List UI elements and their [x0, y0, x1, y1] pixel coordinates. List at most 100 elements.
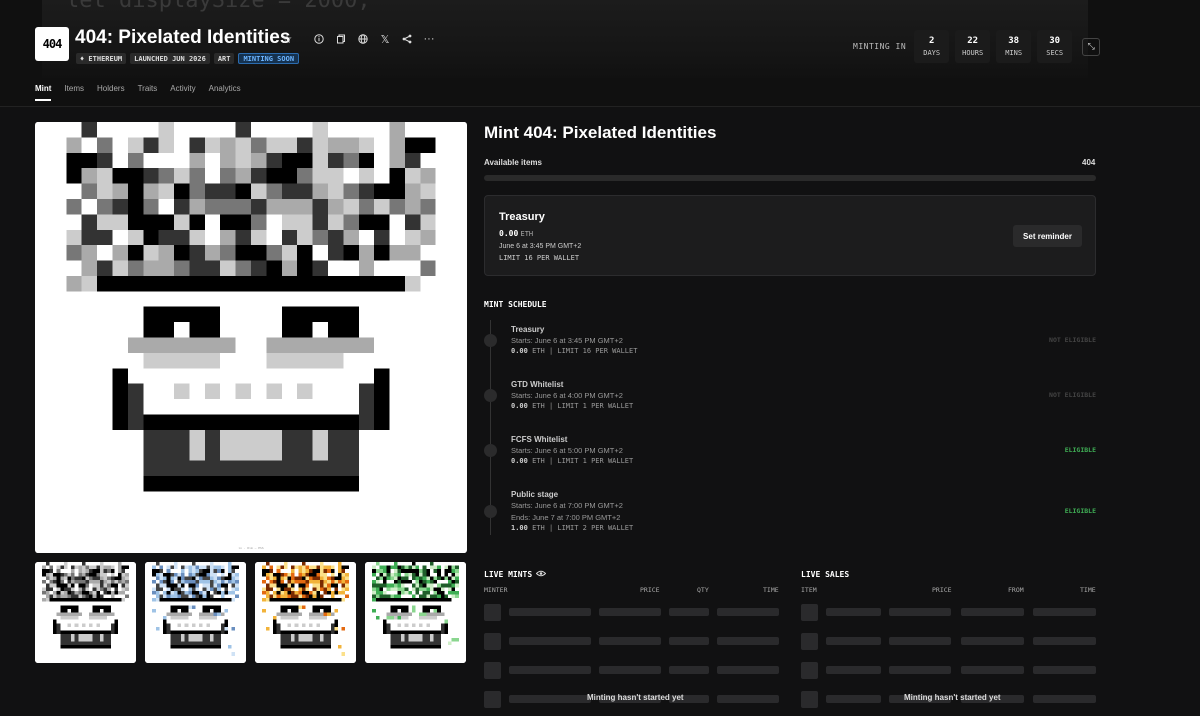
pixel	[281, 229, 298, 246]
pixel	[422, 572, 427, 577]
pixel	[287, 580, 292, 584]
thumbnail-2[interactable]	[145, 562, 246, 663]
live-sales-empty-message: Minting hasn't started yet	[904, 693, 1001, 702]
pixel	[269, 572, 274, 577]
pixel	[71, 580, 75, 584]
pixel	[213, 580, 218, 584]
pixel	[89, 572, 93, 577]
pixel	[327, 229, 344, 246]
pixel	[159, 594, 164, 599]
pixel	[92, 594, 97, 599]
pixel	[297, 198, 313, 215]
pixel	[411, 623, 416, 627]
pixel	[283, 562, 288, 566]
share-icon[interactable]	[396, 31, 418, 47]
pixel	[206, 590, 210, 595]
tab-holders[interactable]: Holders	[97, 84, 125, 101]
star-icon[interactable]: ☆	[276, 31, 298, 47]
pixel	[81, 168, 98, 184]
pixel	[327, 183, 344, 199]
pixel	[343, 152, 359, 169]
pixel	[309, 623, 313, 627]
tab-mint[interactable]: Mint	[35, 84, 52, 101]
collapse-icon[interactable]: ⤡	[1082, 37, 1101, 56]
pixel	[199, 565, 203, 570]
tab-items[interactable]: Items	[64, 84, 84, 101]
pixel	[67, 583, 72, 588]
thumbnail-4[interactable]	[365, 562, 466, 663]
tab-traits[interactable]: Traits	[138, 84, 158, 101]
pixel	[45, 587, 50, 591]
pixel	[379, 594, 384, 599]
pixel	[209, 562, 214, 566]
info-icon[interactable]	[308, 31, 330, 47]
main-nft-image[interactable]: in - Dim — ESS	[35, 122, 467, 553]
pixel	[209, 580, 214, 584]
set-reminder-button[interactable]: Set reminder	[1013, 225, 1082, 247]
pixel	[262, 608, 266, 613]
pixel	[451, 587, 456, 591]
pixel	[422, 583, 427, 588]
thumbnail-1[interactable]	[35, 562, 136, 663]
pixel	[166, 594, 171, 599]
pixel	[220, 623, 225, 635]
pixel	[343, 229, 359, 246]
skeleton-placeholder	[669, 637, 709, 645]
pixel	[42, 569, 46, 573]
pixel	[125, 572, 129, 577]
pixel	[358, 214, 375, 230]
pixel	[447, 583, 452, 588]
pixel	[426, 594, 430, 599]
pixel	[276, 587, 281, 591]
pixel	[163, 616, 167, 620]
pixel	[287, 623, 292, 627]
pixel	[419, 580, 423, 584]
pixel	[451, 637, 456, 642]
pixel	[312, 594, 317, 599]
pixel	[195, 565, 200, 570]
pixel	[327, 580, 331, 584]
pixel	[74, 623, 79, 627]
skeleton-placeholder	[599, 608, 661, 616]
pixel	[181, 569, 185, 573]
more-icon[interactable]: ···	[418, 31, 440, 47]
pixel	[170, 594, 174, 599]
thumbnail-art	[255, 562, 356, 663]
pixel	[127, 383, 144, 430]
pixel	[224, 626, 228, 631]
pixel	[127, 168, 144, 184]
thumbnail-3[interactable]	[255, 562, 356, 663]
pixel	[81, 623, 86, 627]
stage-dot	[484, 444, 497, 457]
globe-icon[interactable]	[352, 31, 374, 47]
pixel	[231, 587, 236, 591]
copy-icon[interactable]	[330, 31, 352, 47]
pixel	[204, 245, 221, 261]
pixel	[53, 590, 57, 595]
pixel	[343, 198, 359, 215]
schedule-stage[interactable]: FCFS Whitelist Starts: June 6 at 5:00 PM…	[484, 435, 1096, 475]
eligibility-status: NOT ELIGIBLE	[1049, 391, 1096, 399]
pixel	[66, 229, 82, 246]
pixel	[374, 245, 390, 261]
pixel	[269, 587, 274, 591]
pixel	[56, 594, 61, 599]
skeleton-placeholder	[717, 666, 779, 674]
eligibility-status: ELIGIBLE	[1064, 446, 1096, 454]
schedule-stage[interactable]: Treasury Starts: June 6 at 3:45 PM GMT+2…	[484, 325, 1096, 365]
pixel	[291, 634, 295, 642]
pixel	[189, 429, 205, 461]
pixel	[42, 572, 46, 577]
pixel	[114, 576, 118, 581]
pixel	[386, 572, 391, 577]
eye-icon[interactable]	[535, 570, 547, 579]
pixel	[89, 569, 93, 573]
schedule-stage[interactable]: GTD Whitelist Starts: June 6 at 4:00 PM …	[484, 380, 1096, 420]
pixel	[74, 594, 79, 599]
x-icon[interactable]: 𝕏	[374, 31, 396, 47]
pixel	[42, 598, 46, 602]
tab-activity[interactable]: Activity	[170, 84, 195, 101]
schedule-stage[interactable]: Public stage Starts: June 6 at 7:00 PM G…	[484, 490, 1096, 540]
pixel	[419, 634, 423, 642]
tab-analytics[interactable]: Analytics	[209, 84, 241, 101]
